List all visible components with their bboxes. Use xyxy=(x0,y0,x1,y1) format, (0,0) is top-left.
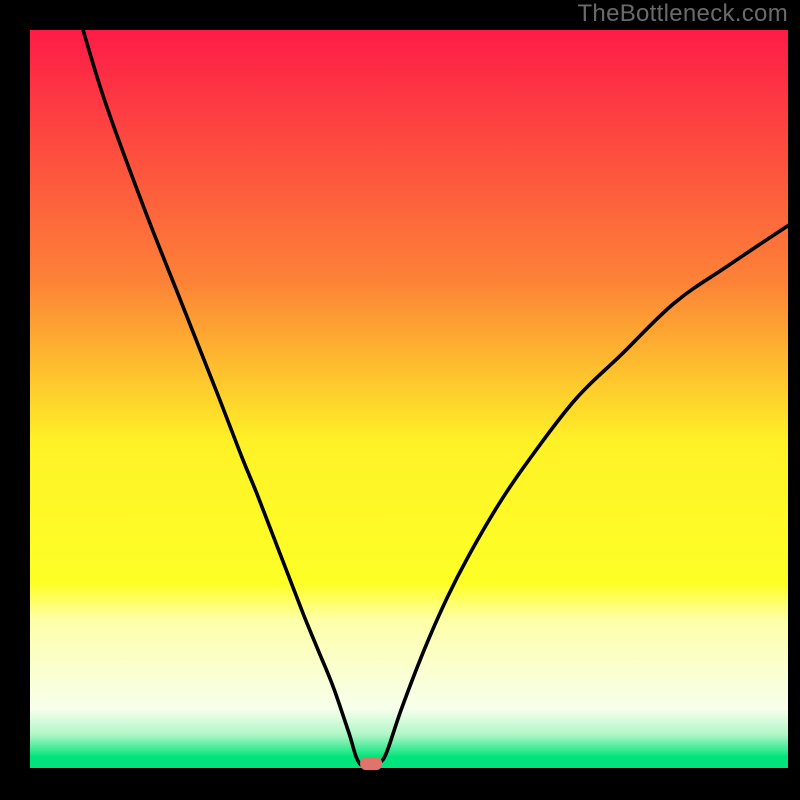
plot-background xyxy=(30,30,788,768)
optimal-point-marker xyxy=(360,757,382,770)
watermark-text: TheBottleneck.com xyxy=(577,0,788,28)
bottleneck-plot xyxy=(0,0,800,800)
chart-stage: TheBottleneck.com xyxy=(0,0,800,800)
